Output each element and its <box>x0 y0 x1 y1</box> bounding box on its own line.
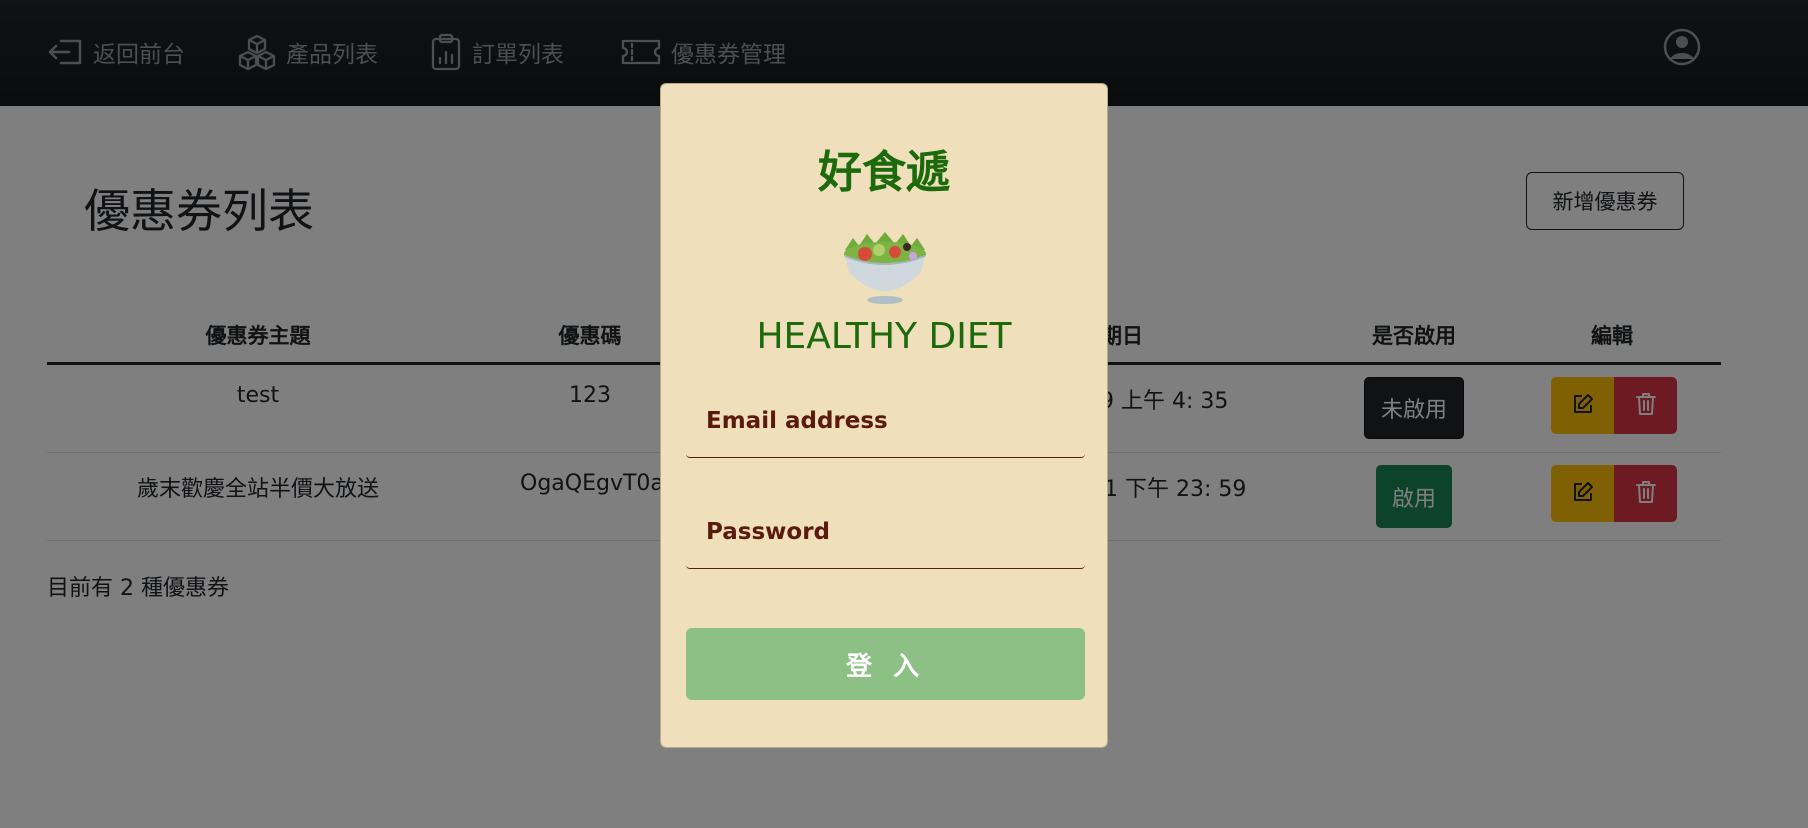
password-field[interactable]: Password <box>686 495 1085 569</box>
salad-bowl-icon <box>835 214 935 310</box>
password-label: Password <box>706 519 830 545</box>
login-button[interactable]: 登 入 <box>686 628 1085 700</box>
login-modal: 好食遞 HEALTHY DIET Email address Password … <box>660 83 1108 748</box>
email-label: Email address <box>706 408 888 434</box>
brand-name: 好食遞 <box>818 147 950 198</box>
brand-tagline: HEALTHY DIET <box>756 316 1012 357</box>
email-field[interactable]: Email address <box>686 384 1085 458</box>
